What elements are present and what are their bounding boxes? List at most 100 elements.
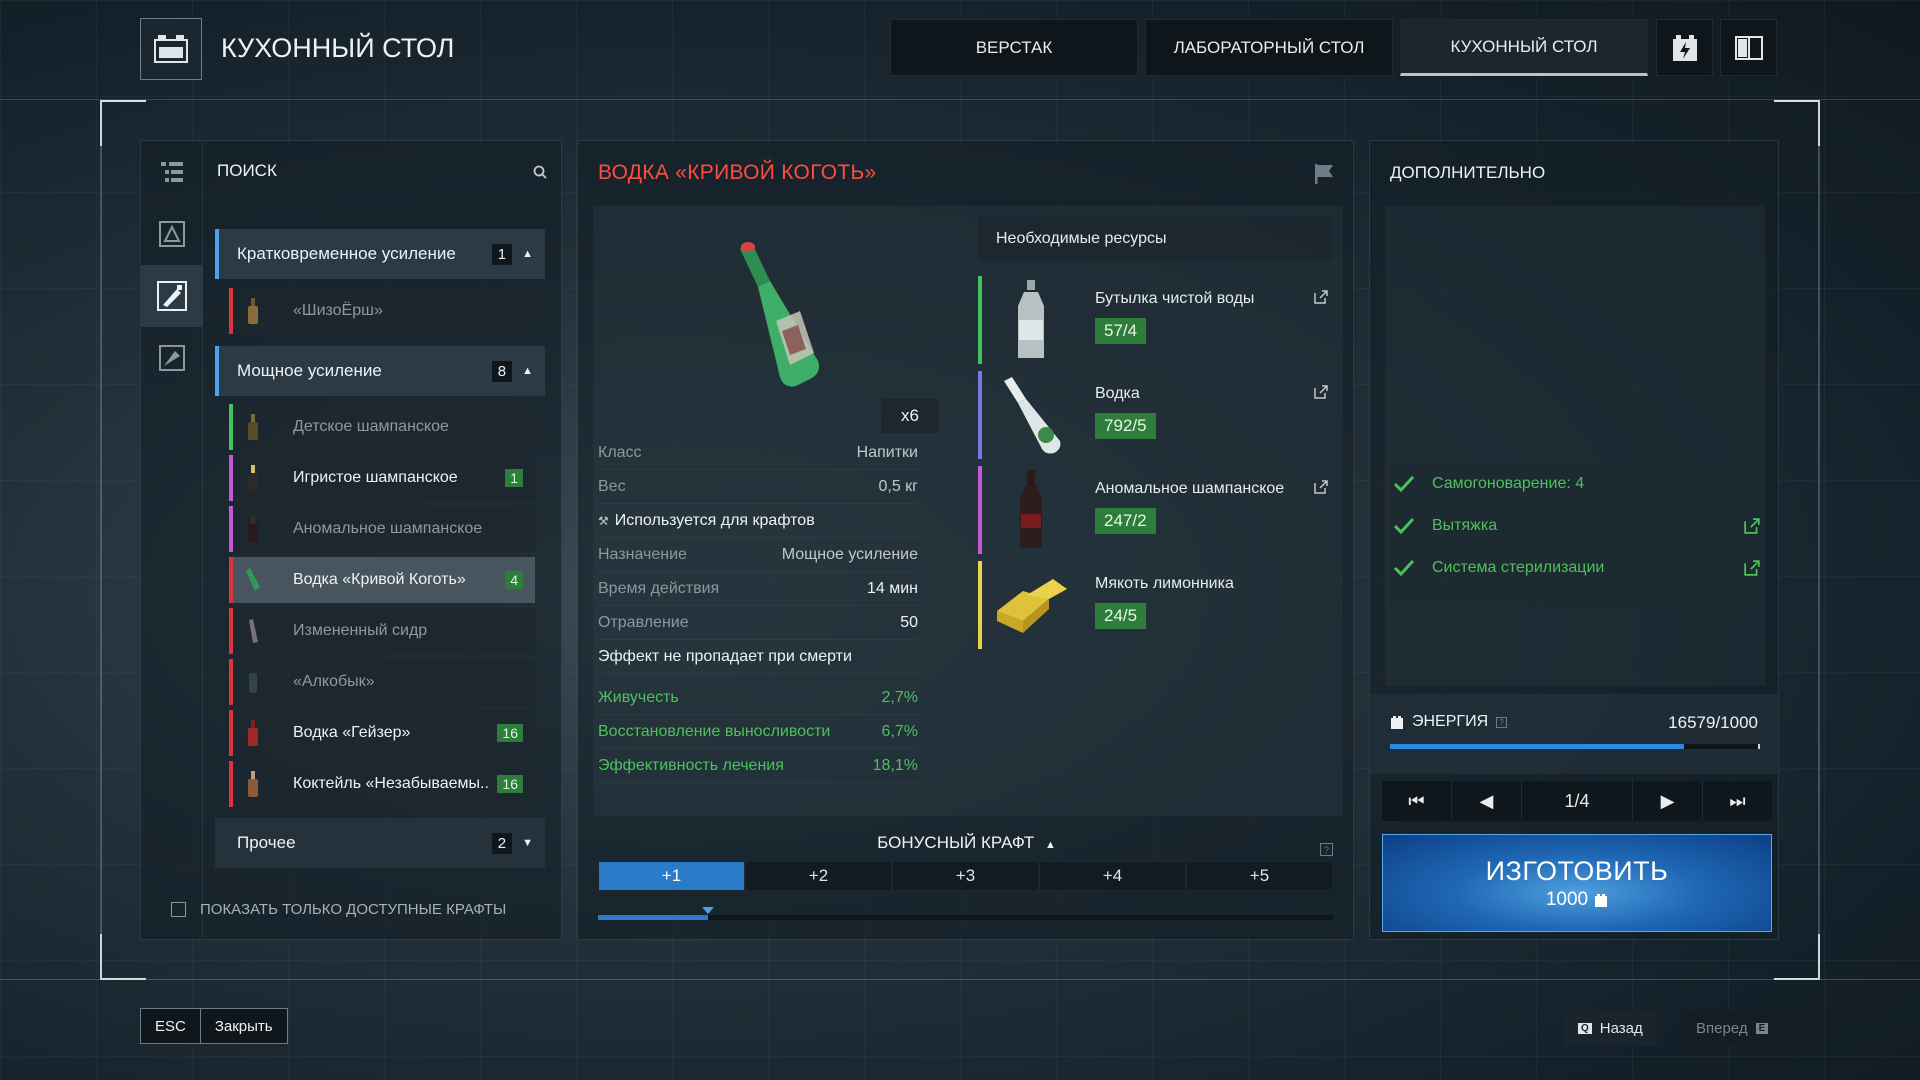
chevron-down-icon: ▼ [522, 837, 533, 849]
top-bar: КУХОННЫЙ СТОЛ ВЕРСТАК ЛАБОРАТОРНЫЙ СТОЛ … [0, 0, 1920, 100]
stat-row: Класс Напитки [598, 436, 918, 470]
champagne-bottle-icon [992, 470, 1070, 550]
bottle-icon [233, 761, 273, 807]
recipe-item-selected[interactable]: Водка «Кривой Коготь» 4 [229, 557, 535, 603]
e-key-icon: E [1755, 1022, 1769, 1034]
last-page-button[interactable]: ⏭ [1703, 781, 1772, 821]
recipe-item[interactable]: «Алкобык» [229, 659, 535, 705]
requirement-item: Система стерилизации [1390, 548, 1760, 588]
recipe-item[interactable]: Детское шампанское [229, 404, 535, 450]
stat-row: Назначение Мощное усиление [598, 538, 918, 572]
vodka-icon [992, 375, 1070, 455]
external-link-icon[interactable] [1314, 385, 1328, 399]
craftable-count-badge: 4 [505, 571, 523, 589]
resource-item: Мякоть лимонника 24/5 [978, 561, 1340, 649]
resources-header: Необходимые ресурсы [978, 217, 1333, 261]
battery-button[interactable] [1656, 19, 1713, 76]
recipe-item[interactable]: Игристое шампанское 1 [229, 455, 535, 501]
info-icon[interactable]: ? [1496, 716, 1508, 728]
stat-row: Вес 0,5 кг [598, 470, 918, 504]
available-filter: ПОКАЗАТЬ ТОЛЬКО ДОСТУПНЫЕ КРАФТЫ [171, 901, 506, 918]
external-link-icon[interactable] [1314, 290, 1328, 304]
help-icon[interactable]: ? [1320, 843, 1333, 856]
recipe-item[interactable]: Измененный сидр [229, 608, 535, 654]
external-link-icon[interactable] [1744, 518, 1760, 534]
effect-row: Восстановление выносливости 6,7% [598, 715, 918, 749]
energy-value: 16579/1000 [1668, 713, 1758, 732]
bottle-icon [233, 455, 273, 501]
esc-key: ESC [141, 1009, 201, 1043]
page-title: КУХОННЫЙ СТОЛ [221, 33, 455, 63]
guide-book-button[interactable] [1720, 19, 1777, 76]
output-quantity: x6 [881, 399, 939, 433]
energy-bar [1390, 744, 1760, 749]
resource-quantity: 24/5 [1095, 603, 1147, 629]
effect-row: Эффективность лечения 18,1% [598, 749, 918, 783]
lemongrass-pulp-icon [992, 565, 1070, 645]
category-power-boost[interactable]: Мощное усиление 8 ▲ [215, 346, 545, 396]
external-link-icon[interactable] [1314, 480, 1328, 494]
category-other[interactable]: Прочее 2 ▼ [215, 818, 545, 868]
energy-bar-fill [1390, 744, 1685, 749]
show-available-checkbox[interactable] [171, 902, 186, 917]
bonus-tab-1[interactable]: +1 [598, 861, 745, 891]
bottle-icon [233, 288, 273, 334]
craftable-count-badge: 1 [505, 469, 523, 487]
tab-kitchen-table[interactable]: КУХОННЫЙ СТОЛ [1400, 19, 1648, 76]
bottle-icon [233, 404, 273, 450]
bottle-icon [233, 608, 273, 654]
no-death-loss-note: Эффект не пропадает при смерти [598, 640, 918, 674]
recipe-detail-panel: ВОДКА «КРИВОЙ КОГОТЬ» x6 Класс Напитки Ве… [577, 140, 1354, 940]
stat-row: Отравление 50 [598, 606, 918, 640]
list-view-button[interactable] [141, 141, 203, 203]
bottle-category-icon [157, 281, 187, 311]
external-link-icon[interactable] [1744, 560, 1760, 576]
checkmark-icon [1393, 559, 1415, 577]
craft-button[interactable]: ИЗГОТОВИТЬ 1000 [1382, 834, 1772, 932]
battery-charge-icon [1672, 34, 1697, 61]
next-page-button[interactable]: ▶ [1633, 781, 1704, 821]
resource-item: Водка 792/5 [978, 371, 1340, 459]
recipe-item[interactable]: Аномальное шампанское [229, 506, 535, 552]
extra-title: ДОПОЛНИТЕЛЬНО [1390, 163, 1546, 182]
category-short-boost[interactable]: Кратковременное усиление 1 ▲ [215, 229, 545, 279]
pager: ⏮ ◀ 1/4 ▶ ⏭ [1382, 781, 1772, 821]
back-button[interactable]: Q Назад [1564, 1010, 1657, 1046]
recipe-item[interactable]: Коктейль «Незабываемы.. 16 [229, 761, 535, 807]
tab-workbench[interactable]: ВЕРСТАК [890, 19, 1138, 76]
close-control[interactable]: ESC Закрыть [140, 1008, 288, 1044]
bonus-tab-3[interactable]: +3 [892, 861, 1039, 891]
book-icon [1734, 35, 1763, 60]
bottle-icon [233, 557, 273, 603]
q-key-icon: Q [1578, 1022, 1592, 1034]
bonus-tab-4[interactable]: +4 [1039, 861, 1186, 891]
rail-category-drinks[interactable] [141, 265, 203, 327]
rail-category-food[interactable] [141, 327, 203, 389]
craftable-count-badge: 16 [497, 724, 523, 742]
food-category-icon [159, 345, 185, 371]
first-page-button[interactable]: ⏮ [1382, 781, 1452, 821]
craft-cost: 1000 [1546, 889, 1608, 911]
bonus-progress-track [598, 915, 1333, 920]
search-icon[interactable] [533, 165, 547, 179]
prev-page-button[interactable]: ◀ [1452, 781, 1522, 821]
forward-button[interactable]: Вперед E [1682, 1010, 1783, 1046]
rail-category-medical[interactable] [141, 203, 203, 265]
bonus-craft-header[interactable]: БОНУСНЫЙ КРАФТ ▲ [578, 833, 1355, 853]
checkmark-icon [1393, 475, 1415, 493]
checkmark-icon [1393, 517, 1415, 535]
close-button: Закрыть [214, 1017, 273, 1035]
list-icon [161, 162, 183, 182]
effect-row: Живучесть 2,7% [598, 681, 918, 715]
requirement-item: Вытяжка [1390, 506, 1760, 546]
can-icon [233, 659, 273, 705]
tab-lab-table[interactable]: ЛАБОРАТОРНЫЙ СТОЛ [1145, 19, 1393, 76]
bonus-tab-2[interactable]: +2 [745, 861, 892, 891]
recipe-item[interactable]: «ШизоЁрш» [229, 288, 535, 334]
water-bottle-icon [992, 280, 1070, 360]
frame-corner [1774, 934, 1820, 980]
requirement-item: Самогоноварение: 4 [1390, 464, 1760, 504]
bonus-tab-5[interactable]: +5 [1186, 861, 1333, 891]
recipe-item[interactable]: Водка «Гейзер» 16 [229, 710, 535, 756]
flag-icon[interactable] [1313, 163, 1335, 185]
